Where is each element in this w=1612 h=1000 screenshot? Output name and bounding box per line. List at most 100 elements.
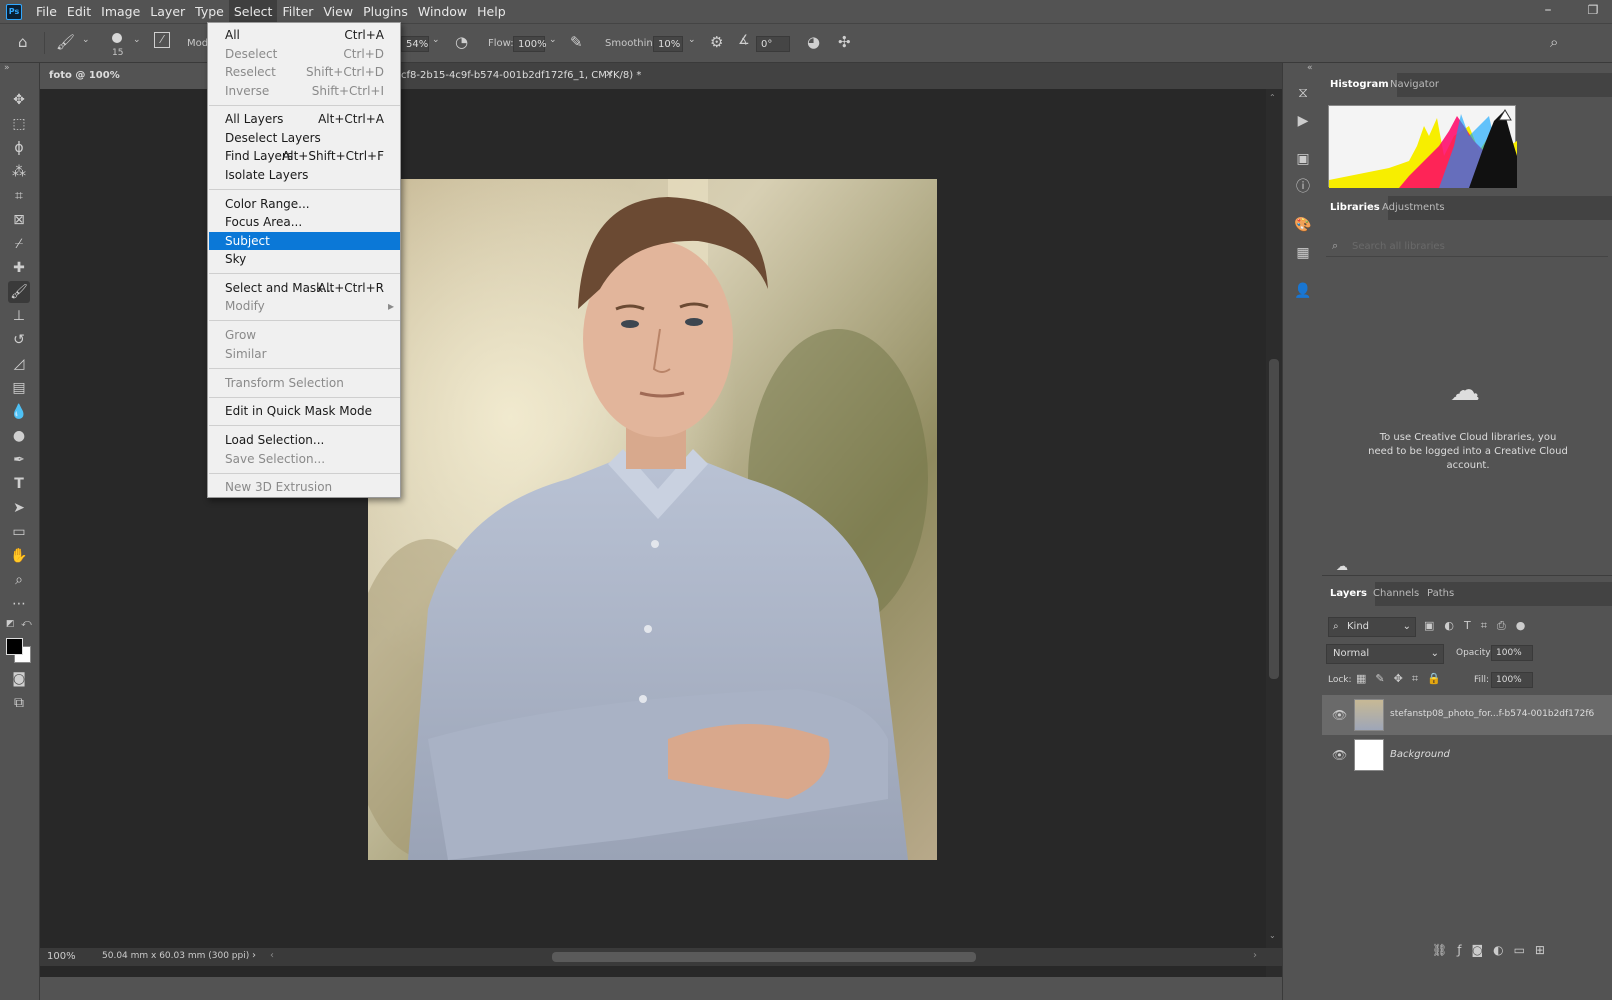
eraser-icon[interactable]: ◿ [8, 353, 30, 375]
move-tool-icon[interactable]: ✥ [8, 89, 30, 111]
flow-field[interactable]: 100% [513, 36, 547, 52]
tab-adjustments[interactable]: Adjustments [1374, 196, 1453, 220]
gear-icon[interactable]: ⚙ [710, 33, 723, 51]
tab-channels[interactable]: Channels [1365, 582, 1427, 606]
scroll-left-icon[interactable]: ‹ [270, 950, 274, 961]
opacity-field[interactable]: 100% [1491, 645, 1533, 661]
scroll-up-icon[interactable]: ⌃ [1269, 93, 1276, 102]
menu-plugins[interactable]: Plugins [358, 0, 413, 23]
menu-item-color-range[interactable]: Color Range... [209, 195, 400, 213]
history-panel-icon[interactable]: ⧖ [1291, 81, 1315, 105]
opacity-field[interactable]: 54% [401, 36, 429, 52]
blend-mode-select[interactable]: Normal ⌄ [1326, 644, 1444, 664]
tab-paths[interactable]: Paths [1419, 582, 1462, 606]
library-search-box[interactable]: ⌕ Search all libraries [1326, 237, 1608, 257]
menu-view[interactable]: View [318, 0, 358, 23]
frame-tool-icon[interactable]: ⊠ [8, 209, 30, 231]
learn-panel-icon[interactable]: 👤 [1291, 279, 1315, 303]
layer-kind-filter[interactable]: ⌕ Kind ⌄ [1328, 617, 1416, 637]
vertical-scroll-thumb[interactable] [1269, 359, 1279, 679]
menu-item-all[interactable]: All Ctrl+A [209, 26, 400, 44]
tab-foto[interactable]: foto @ 100% (stefanstp08_photo_for_r [40, 63, 208, 89]
lock-icons[interactable]: ▦✎✥⌗🔒 [1356, 672, 1450, 686]
chevron-down-icon[interactable]: ⌄ [133, 35, 141, 45]
menu-item-save-selection[interactable]: Save Selection... [209, 450, 400, 468]
menu-item-transform-selection[interactable]: Transform Selection [209, 374, 400, 392]
visibility-eye-icon[interactable]: 👁 [1332, 708, 1347, 722]
chevron-down-icon[interactable]: ⌄ [549, 35, 557, 45]
brush-tool-icon[interactable]: 🖌 [8, 281, 30, 303]
menu-item-all-layers[interactable]: All Layers Alt+Ctrl+A [209, 110, 400, 128]
menu-edit[interactable]: Edit [62, 0, 96, 23]
layer-name[interactable]: Background [1390, 749, 1450, 760]
layer-actions-bar[interactable]: ⛓ƒ◙◐▭⊞ [1432, 943, 1555, 957]
menu-item-reselect[interactable]: Reselect Shift+Ctrl+D [209, 63, 400, 81]
path-selection-icon[interactable]: ➤ [8, 497, 30, 519]
menu-help[interactable]: Help [472, 0, 511, 23]
menu-item-sky[interactable]: Sky [209, 250, 400, 268]
menu-item-load-selection[interactable]: Load Selection... [209, 431, 400, 449]
vertical-scrollbar[interactable]: ⌃ ⌄ [1266, 89, 1282, 977]
cloud-sync-icon[interactable]: ☁ [1336, 559, 1348, 573]
default-colors-icon[interactable]: ◩ [6, 619, 15, 629]
properties-icon[interactable]: ▣ [1291, 147, 1315, 171]
menu-layer[interactable]: Layer [145, 0, 190, 23]
screen-mode-icon[interactable]: ⧉ [8, 692, 30, 714]
symmetry-icon[interactable]: ✣ [838, 33, 851, 51]
magic-wand-icon[interactable]: ⁂ [8, 161, 30, 183]
restore-icon[interactable]: ❐ [1578, 0, 1608, 23]
actions-play-icon[interactable]: ▶ [1291, 109, 1315, 133]
scroll-right-icon[interactable]: › [1253, 950, 1257, 961]
marquee-tool-icon[interactable]: ⬚ [8, 113, 30, 135]
menu-item-modify[interactable]: Modify ▸ [209, 297, 400, 315]
angle-field[interactable]: 0° [756, 36, 790, 52]
swap-colors-icon[interactable]: ⤺ [21, 618, 32, 629]
visibility-eye-icon[interactable]: 👁 [1332, 748, 1347, 762]
menu-item-deselect[interactable]: Deselect Ctrl+D [209, 45, 400, 63]
blur-tool-icon[interactable]: 💧 [8, 401, 30, 423]
document-info[interactable]: 50.04 mm x 60.03 mm (300 ppi) [102, 951, 249, 961]
layer-name[interactable]: stefanstp08_photo_for...f-b574-001b2df17… [1390, 709, 1594, 719]
menu-image[interactable]: Image [96, 0, 145, 23]
menu-item-inverse[interactable]: Inverse Shift+Ctrl+I [209, 82, 400, 100]
home-icon[interactable]: ⌂ [18, 33, 28, 51]
menu-window[interactable]: Window [413, 0, 472, 23]
brush-preset-icon[interactable]: 🖌 [56, 33, 75, 51]
lasso-tool-icon[interactable]: ϕ [8, 137, 30, 159]
menu-item-similar[interactable]: Similar [209, 345, 400, 363]
eyedropper-icon[interactable]: ⌿ [8, 233, 30, 255]
info-icon[interactable]: ⓘ [1291, 175, 1315, 199]
history-brush-icon[interactable]: ↺ [8, 329, 30, 351]
foreground-color-swatch[interactable] [6, 638, 23, 655]
pen-tool-icon[interactable]: ✒ [8, 449, 30, 471]
menu-filter[interactable]: Filter [277, 0, 318, 23]
menu-item-deselect-layers[interactable]: Deselect Layers [209, 129, 400, 147]
menu-item-focus-area[interactable]: Focus Area... [209, 213, 400, 231]
gradient-icon[interactable]: ▤ [8, 377, 30, 399]
type-tool-icon[interactable]: T [8, 473, 30, 495]
airbrush-icon[interactable]: ✎ [570, 33, 583, 51]
zoom-tool-icon[interactable]: ⌕ [8, 569, 30, 591]
brush-settings-icon[interactable]: ⁄ [154, 32, 170, 48]
minimize-icon[interactable]: – [1533, 0, 1563, 23]
tab-navigator[interactable]: Navigator [1382, 73, 1447, 97]
scroll-down-icon[interactable]: ⌄ [1269, 931, 1276, 940]
menu-item-edit-in-quick-mask-mode[interactable]: Edit in Quick Mask Mode [209, 402, 400, 420]
brush-tip-icon[interactable] [112, 33, 122, 43]
collapse-icon[interactable]: » [4, 63, 10, 73]
fill-field[interactable]: 100% [1491, 672, 1533, 688]
healing-brush-icon[interactable]: ✚ [8, 257, 30, 279]
horizontal-scroll-thumb[interactable] [552, 952, 976, 962]
crop-tool-icon[interactable]: ⌗ [8, 185, 30, 207]
more-tools-icon[interactable]: ⋯ [8, 593, 30, 615]
menu-item-find-layers[interactable]: Find Layers Alt+Shift+Ctrl+F [209, 147, 400, 165]
pressure-size-icon[interactable]: ◕ [807, 33, 820, 51]
rectangle-tool-icon[interactable]: ▭ [8, 521, 30, 543]
menu-file[interactable]: File [31, 0, 62, 23]
swatches-grid-icon[interactable]: ▦ [1291, 241, 1315, 265]
document-photo[interactable] [368, 179, 937, 860]
menu-item-select-and-mask[interactable]: Select and Mask... Alt+Ctrl+R [209, 279, 400, 297]
menu-item-subject[interactable]: Subject [209, 231, 400, 250]
layer-filter-icons[interactable]: ▣◐T⌗⎙● [1424, 619, 1535, 633]
color-palette-icon[interactable]: 🎨 [1291, 213, 1315, 237]
